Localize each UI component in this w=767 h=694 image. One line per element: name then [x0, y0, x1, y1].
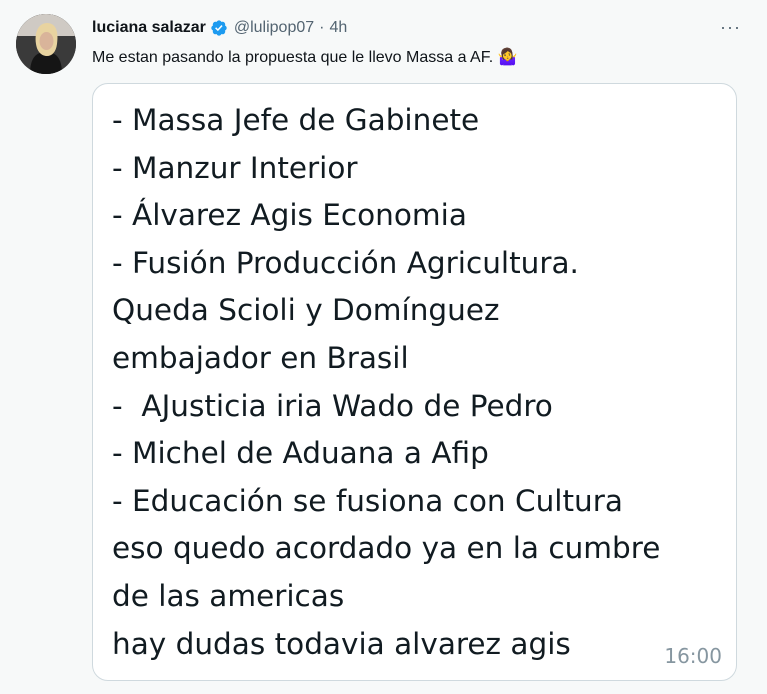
message-timestamp: 16:00 — [664, 644, 722, 668]
message-line: Queda Scioli y Domínguez — [112, 293, 500, 328]
profile-photo-icon — [16, 14, 76, 74]
verified-badge-icon — [210, 19, 228, 37]
message-line: - AJusticia iria Wado de Pedro — [112, 388, 553, 423]
avatar[interactable] — [16, 14, 76, 74]
message-line: eso quedo acordado ya en la cumbre — [112, 531, 661, 566]
tweet: luciana salazar @lulipop07 · 4h ··· Me e… — [0, 0, 767, 694]
author-handle[interactable]: @lulipop07 — [234, 19, 314, 37]
message-line: - Michel de Aduana a Afip — [112, 436, 489, 471]
separator-dot: · — [319, 19, 325, 36]
tweet-time[interactable]: 4h — [329, 19, 347, 37]
message-line: - Fusión Producción Agricultura. — [112, 245, 579, 280]
message-lines: - Massa Jefe de Gabinete - Manzur Interi… — [112, 97, 660, 668]
more-options-icon[interactable]: ··· — [720, 17, 741, 38]
tweet-text: Me estan pasando la propuesta que le lle… — [92, 49, 518, 66]
message-line: - Álvarez Agis Economia — [112, 198, 467, 233]
message-line: - Educación se fusiona con Cultura — [112, 483, 623, 518]
message-line: - Massa Jefe de Gabinete — [112, 103, 480, 137]
message-line: hay dudas todavia alvarez agis — [112, 626, 571, 661]
message-line: de las americas — [112, 578, 345, 613]
message-line: - Manzur Interior — [112, 150, 358, 185]
tweet-header: luciana salazar @lulipop07 · 4h — [92, 17, 347, 39]
author-name[interactable]: luciana salazar — [92, 19, 206, 37]
attached-image[interactable]: - Massa Jefe de Gabinete - Manzur Interi… — [92, 83, 737, 681]
message-line: embajador en Brasil — [112, 340, 409, 375]
